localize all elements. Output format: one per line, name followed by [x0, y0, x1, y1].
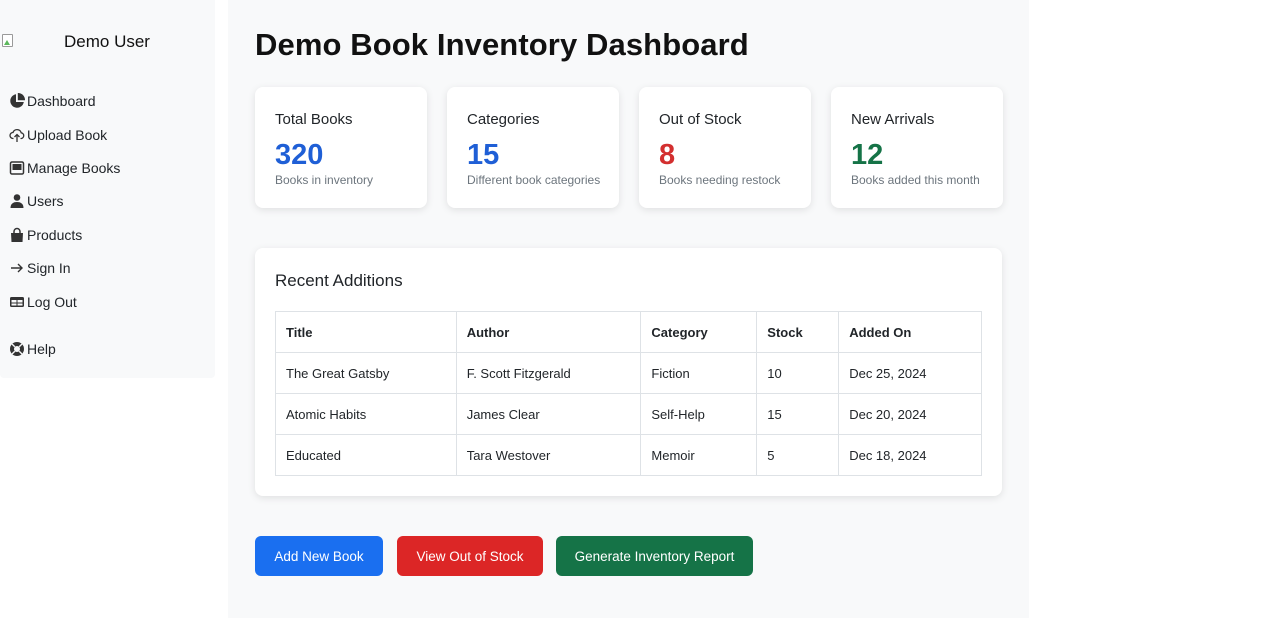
sidebar-item-manage-books[interactable]: Manage Books — [8, 157, 120, 179]
page-title: Demo Book Inventory Dashboard — [255, 27, 749, 62]
pie-chart-icon — [8, 92, 26, 110]
cell-category: Memoir — [640, 434, 758, 476]
stat-card-categories: Categories 15 Different book categories — [447, 87, 619, 208]
cell-stock: 10 — [756, 352, 840, 394]
card-value: 8 — [659, 139, 676, 171]
cell-author: F. Scott Fitzgerald — [455, 352, 642, 394]
sidebar-item-label: Dashboard — [27, 93, 96, 109]
cloud-upload-icon — [8, 126, 26, 144]
recent-additions-table: Title Author Category Stock Added On The… — [275, 311, 982, 476]
view-out-of-stock-button[interactable]: View Out of Stock — [397, 536, 543, 576]
recent-additions-panel: Recent Additions Title Author Category S… — [255, 248, 1002, 496]
stat-card-out-of-stock: Out of Stock 8 Books needing restock — [639, 87, 811, 208]
card-title: New Arrivals — [851, 111, 935, 128]
main-content: Demo Book Inventory Dashboard Total Book… — [228, 0, 1029, 618]
generate-inventory-report-button[interactable]: Generate Inventory Report — [556, 536, 753, 576]
cell-added-on: Dec 20, 2024 — [838, 393, 982, 435]
table-header-row: Title Author Category Stock Added On — [275, 311, 982, 353]
cell-stock: 5 — [756, 434, 840, 476]
arrow-right-icon — [8, 259, 26, 277]
user-name: Demo User — [64, 32, 150, 51]
sidebar-item-label: Log Out — [27, 294, 77, 310]
cell-category: Fiction — [640, 352, 758, 394]
stat-card-total-books: Total Books 320 Books in inventory — [255, 87, 427, 208]
user-profile: Demo User — [0, 30, 215, 54]
card-subtitle: Books added this month — [851, 173, 980, 187]
stat-card-new-arrivals: New Arrivals 12 Books added this month — [831, 87, 1003, 208]
cell-added-on: Dec 18, 2024 — [838, 434, 982, 476]
sidebar-item-log-out[interactable]: Log Out — [8, 291, 77, 313]
card-value: 15 — [467, 139, 500, 171]
sidebar-item-label: Upload Book — [27, 127, 108, 143]
recent-additions-title: Recent Additions — [275, 271, 403, 290]
cell-title: The Great Gatsby — [275, 352, 457, 394]
column-header-author[interactable]: Author — [455, 311, 642, 353]
cell-stock: 15 — [756, 393, 840, 435]
inbox-icon — [8, 159, 26, 177]
avatar — [2, 34, 14, 48]
sidebar-item-products[interactable]: Products — [8, 224, 82, 246]
sidebar-item-users[interactable]: Users — [8, 190, 64, 212]
card-value: 320 — [275, 139, 324, 171]
sidebar-item-help[interactable]: Help — [8, 338, 56, 360]
card-title: Categories — [467, 111, 540, 128]
table-row[interactable]: The Great Gatsby F. Scott Fitzgerald Fic… — [275, 352, 982, 394]
sidebar-item-dashboard[interactable]: Dashboard — [8, 90, 96, 112]
sidebar-item-label: Products — [27, 227, 83, 243]
table-icon — [8, 293, 26, 311]
column-header-title[interactable]: Title — [275, 311, 457, 353]
card-title: Out of Stock — [659, 111, 742, 128]
sidebar-item-label: Users — [27, 193, 64, 209]
lifebuoy-icon — [8, 340, 26, 358]
cell-title: Educated — [275, 434, 457, 476]
card-subtitle: Books in inventory — [275, 173, 374, 187]
sidebar-item-label: Help — [27, 341, 56, 357]
user-icon — [8, 192, 26, 210]
sidebar-item-sign-in[interactable]: Sign In — [8, 257, 71, 279]
table-row[interactable]: Atomic Habits James Clear Self-Help 15 D… — [275, 393, 982, 435]
sidebar: Demo User Dashboard Upload Book Manage B… — [0, 0, 215, 378]
card-subtitle: Books needing restock — [659, 173, 781, 187]
sidebar-item-label: Sign In — [27, 260, 71, 276]
card-title: Total Books — [275, 111, 353, 128]
card-subtitle: Different book categories — [467, 173, 601, 187]
cell-added-on: Dec 25, 2024 — [838, 352, 982, 394]
cell-category: Self-Help — [640, 393, 758, 435]
cell-author: Tara Westover — [455, 434, 642, 476]
column-header-category[interactable]: Category — [640, 311, 758, 353]
add-new-book-button[interactable]: Add New Book — [255, 536, 383, 576]
cell-author: James Clear — [455, 393, 642, 435]
card-value: 12 — [851, 139, 884, 171]
cell-title: Atomic Habits — [275, 393, 457, 435]
column-header-stock[interactable]: Stock — [756, 311, 840, 353]
table-row[interactable]: Educated Tara Westover Memoir 5 Dec 18, … — [275, 434, 982, 476]
column-header-added-on[interactable]: Added On — [838, 311, 982, 353]
sidebar-item-label: Manage Books — [27, 160, 121, 176]
sidebar-item-upload-book[interactable]: Upload Book — [8, 124, 107, 146]
shopping-bag-icon — [8, 226, 26, 244]
